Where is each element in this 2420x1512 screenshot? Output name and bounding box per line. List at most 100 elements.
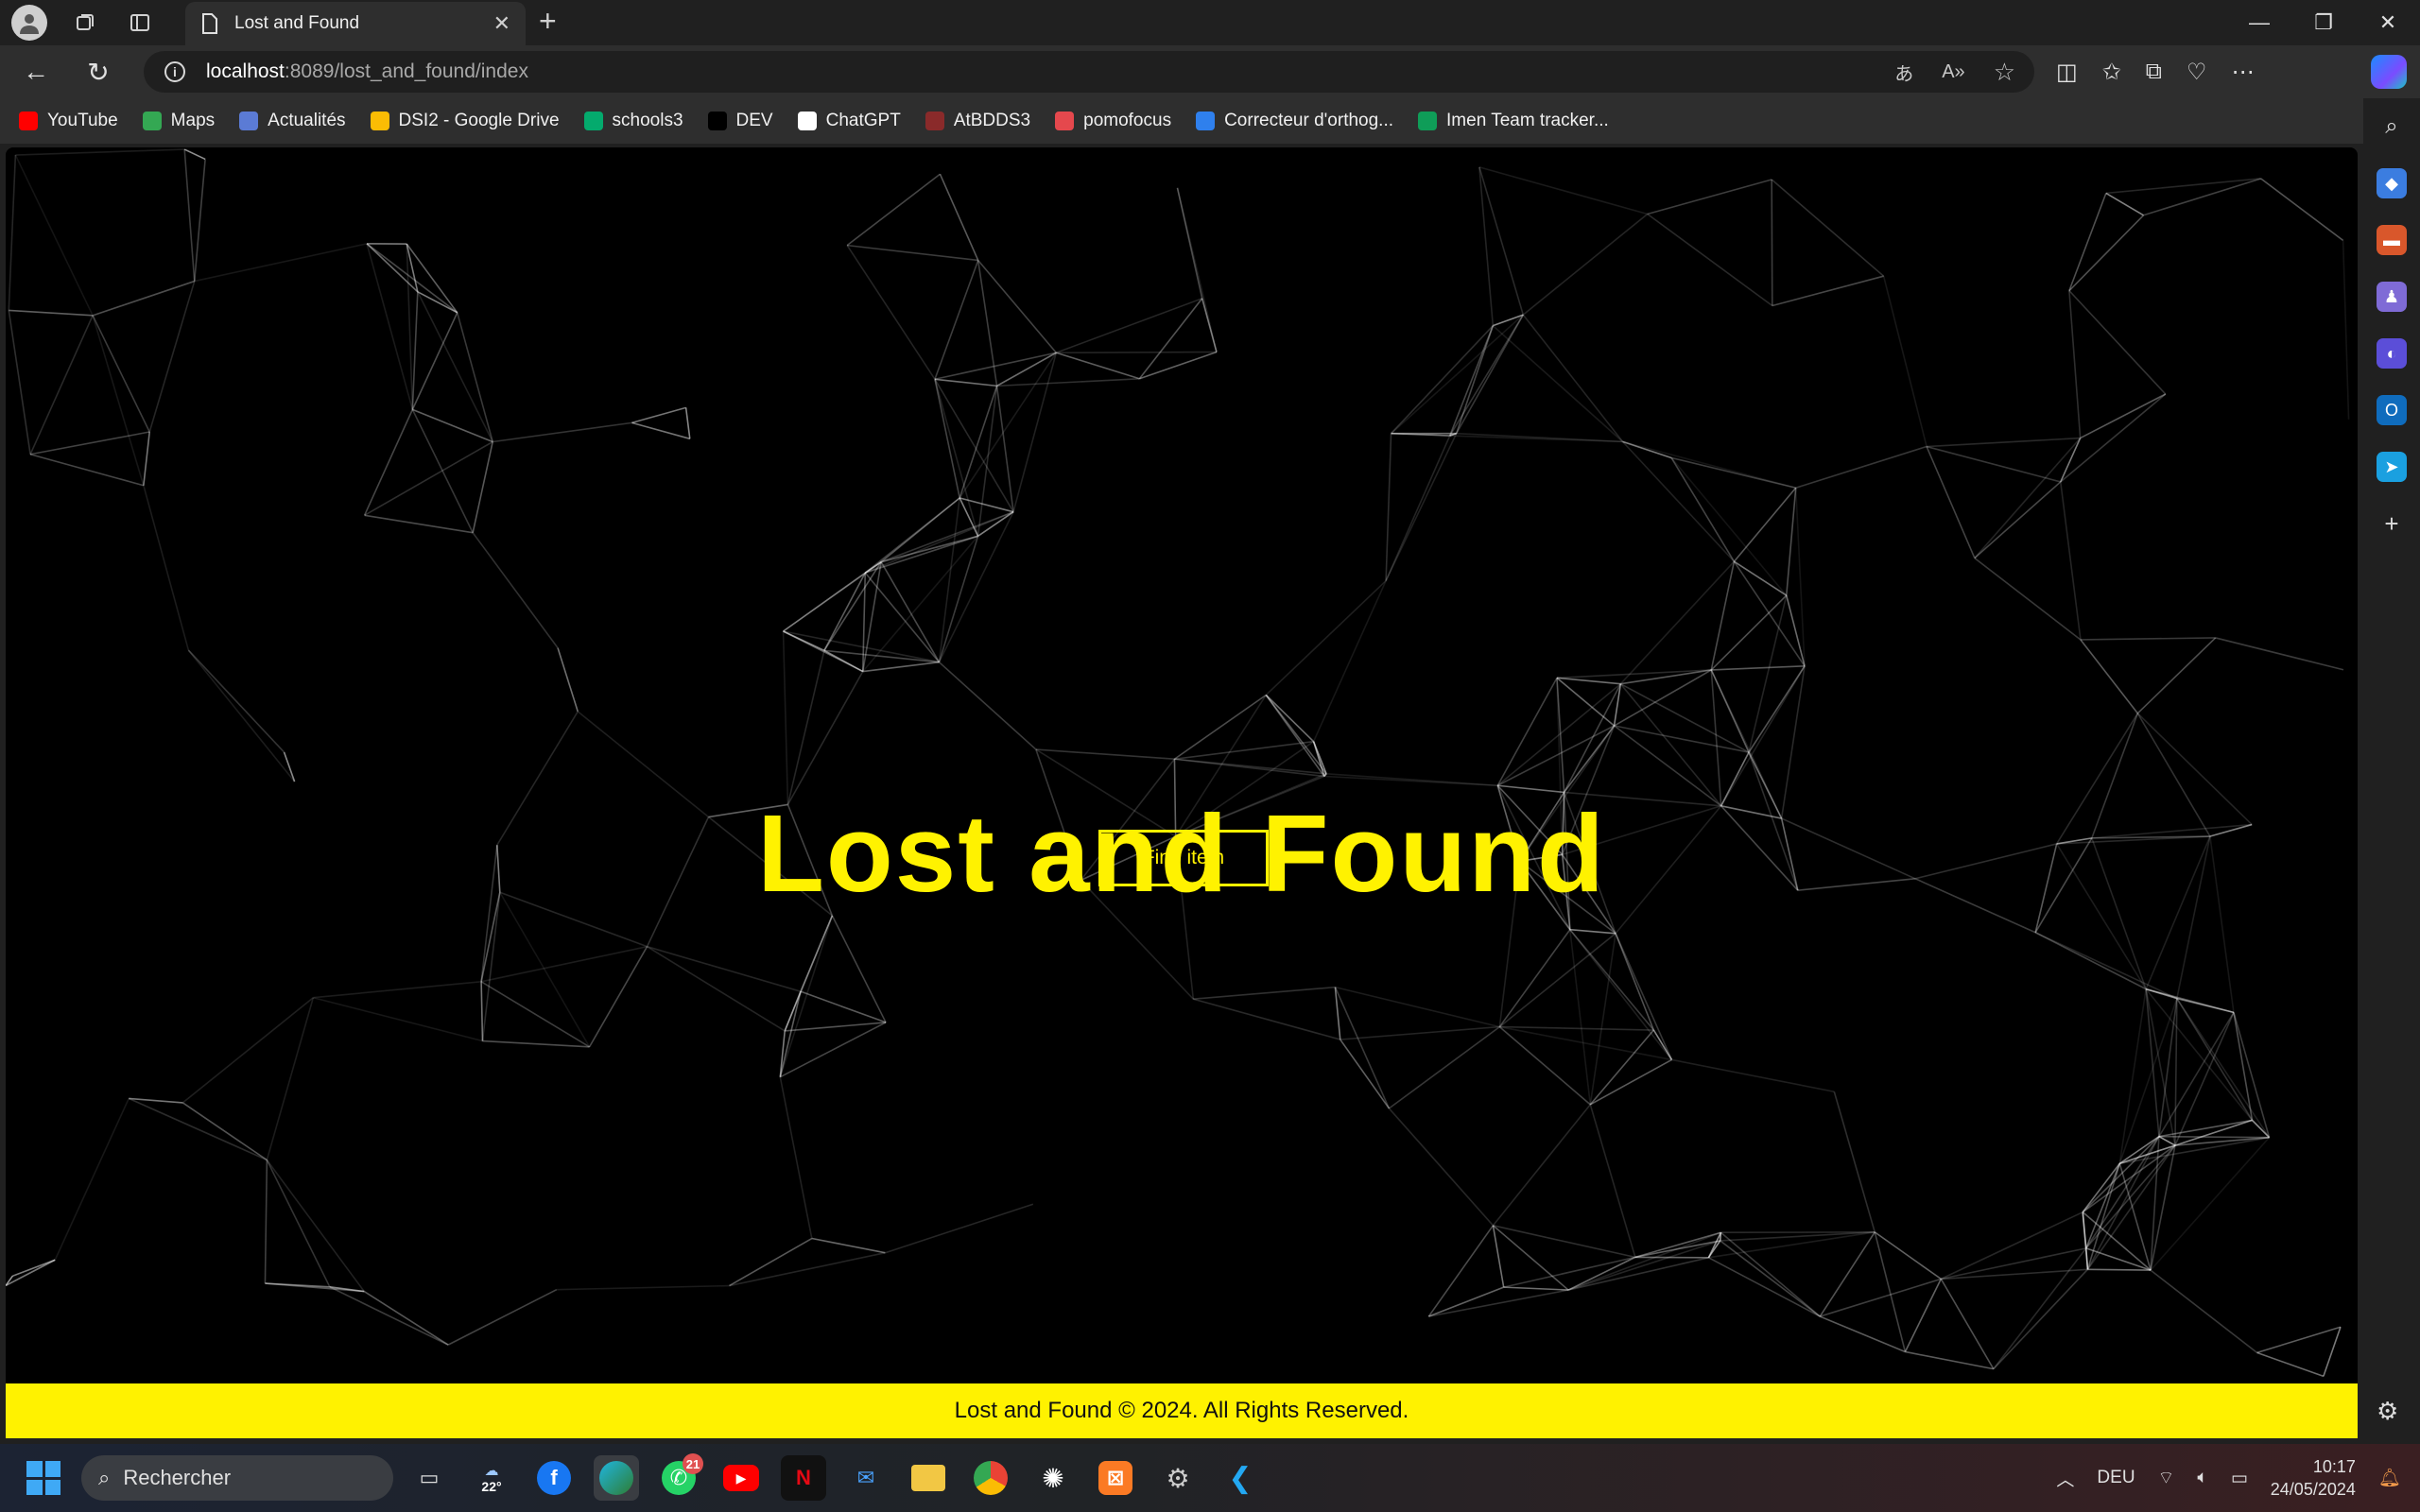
bookmark-item[interactable]: AtBDDS3 xyxy=(925,111,1030,131)
url-text[interactable]: localhost:8089/lost_and_found/index xyxy=(206,60,528,83)
bookmark-label: DEV xyxy=(735,111,773,130)
translate-icon[interactable]: あ xyxy=(1894,59,1913,86)
collections-icon[interactable]: ⧉ xyxy=(2146,59,2162,85)
bookmarks-bar: YouTube Maps Actualités DSI2 - Google Drive… xyxy=(0,98,2363,144)
profile-avatar-icon[interactable] xyxy=(11,5,47,41)
address-bar[interactable]: i localhost:8089/lost_and_found/index あ … xyxy=(144,51,2034,93)
bookmark-item[interactable]: Imen Team tracker... xyxy=(1418,111,1609,131)
browser-titlebar: Lost and Found ✕ + — ❐ ✕ xyxy=(0,0,2420,45)
sidebar-settings-icon[interactable]: ⚙ xyxy=(2377,1397,2398,1426)
dev-icon xyxy=(707,112,727,130)
microsoft365-icon[interactable]: ◐ xyxy=(2377,338,2407,369)
tab-title: Lost and Found xyxy=(234,13,360,33)
read-aloud-icon[interactable]: A» xyxy=(1942,61,1964,83)
clock[interactable]: 10:17 24/05/2024 xyxy=(2271,1455,2356,1501)
copilot-icon[interactable] xyxy=(2371,55,2407,89)
vertical-tabs-icon[interactable] xyxy=(121,4,159,42)
tools-briefcase-icon[interactable]: ▬ xyxy=(2377,225,2407,255)
task-view-icon[interactable]: ▭ xyxy=(406,1455,452,1501)
edge-icon[interactable] xyxy=(594,1455,639,1501)
xampp-icon[interactable]: ⊠ xyxy=(1093,1455,1138,1501)
bookmark-label: YouTube xyxy=(47,111,118,130)
navigation-bar: ← ↻ i localhost:8089/lost_and_found/inde… xyxy=(0,45,2420,98)
bookmark-item[interactable]: Maps xyxy=(142,111,216,131)
bookmark-item[interactable]: ChatGPT xyxy=(797,111,901,131)
bookmark-item[interactable]: YouTube xyxy=(19,111,118,131)
bookmark-label: pomofocus xyxy=(1083,111,1172,130)
youtube-icon[interactable]: ▶ xyxy=(718,1455,764,1501)
weather-widget-icon[interactable]: ☁ 22° xyxy=(469,1455,514,1501)
chatgpt-app-icon[interactable]: ✺ xyxy=(1030,1455,1076,1501)
language-indicator[interactable]: DEU xyxy=(2097,1468,2135,1488)
drive-icon xyxy=(370,112,389,130)
bookmark-item[interactable]: Correcteur d'orthog... xyxy=(1196,111,1393,131)
bookmark-item[interactable]: pomofocus xyxy=(1055,111,1171,131)
split-screen-icon[interactable]: ◫ xyxy=(2056,59,2078,86)
taskbar-search-input[interactable]: ⌕ Rechercher xyxy=(81,1455,393,1501)
add-sidebar-app-icon[interactable]: + xyxy=(2377,508,2407,539)
page-footer: Lost and Found © 2024. All Rights Reserv… xyxy=(6,1383,2358,1438)
bookmark-label: AtBDDS3 xyxy=(953,111,1031,130)
windows-start-icon[interactable] xyxy=(26,1461,60,1495)
whatsapp-icon[interactable]: ✆ 21 xyxy=(656,1453,703,1501)
restore-icon[interactable]: ❐ xyxy=(2291,0,2356,45)
find-item-button[interactable]: Find item xyxy=(1098,830,1269,886)
whatsapp-badge: 21 xyxy=(683,1453,703,1474)
tab-close-icon[interactable]: ✕ xyxy=(493,11,510,36)
weather-temperature: 22° xyxy=(481,1479,502,1494)
bookmark-item[interactable]: schools3 xyxy=(583,111,683,131)
more-options-icon[interactable]: ⋯ xyxy=(2231,59,2254,86)
new-tab-icon[interactable]: + xyxy=(539,4,557,39)
bookmark-label: Correcteur d'orthog... xyxy=(1224,111,1394,130)
workspaces-icon[interactable] xyxy=(66,4,104,42)
atbdds-icon xyxy=(925,112,944,130)
search-icon[interactable]: ⌕ xyxy=(2377,112,2407,142)
bookmark-label: Actualités xyxy=(268,111,346,130)
clock-date: 24/05/2024 xyxy=(2270,1480,2356,1499)
notifications-bell-icon[interactable]: 🔔︎ xyxy=(2378,1467,2401,1489)
outlook-icon[interactable]: O xyxy=(2377,395,2407,425)
show-hidden-icons-icon[interactable]: ︿ xyxy=(2056,1466,2074,1491)
refresh-icon[interactable]: ↻ xyxy=(72,49,125,94)
bookmark-label: Imen Team tracker... xyxy=(1446,111,1609,130)
bookmark-label: DSI2 - Google Drive xyxy=(398,111,560,130)
footer-copyright: Lost and Found © 2024. All Rights Reserv… xyxy=(954,1398,1409,1423)
vscode-icon[interactable]: ❮ xyxy=(1218,1455,1263,1501)
favorite-star-icon[interactable]: ☆ xyxy=(1994,58,2015,87)
search-placeholder: Rechercher xyxy=(123,1466,232,1489)
bookmark-item[interactable]: Actualités xyxy=(239,111,346,131)
mail-icon[interactable]: ✉ xyxy=(843,1455,889,1501)
search-icon: ⌕ xyxy=(98,1466,111,1489)
close-window-icon[interactable]: ✕ xyxy=(2356,0,2420,45)
w3schools-icon xyxy=(583,112,603,130)
minimize-icon[interactable]: — xyxy=(2227,0,2291,45)
page-viewport: Lost and Found Find item Lost and Found … xyxy=(6,147,2358,1438)
back-icon[interactable]: ← xyxy=(9,49,62,94)
active-tab[interactable]: Lost and Found ✕ xyxy=(185,2,526,45)
facebook-icon[interactable]: f xyxy=(531,1455,577,1501)
file-explorer-icon[interactable] xyxy=(906,1455,951,1501)
maps-icon xyxy=(142,112,162,130)
bookmark-item[interactable]: DEV xyxy=(707,111,773,131)
volume-icon[interactable]: 🔈︎ xyxy=(2197,1468,2207,1488)
edge-sidebar: ⌕ ◆ ▬ ♟ ◐ O ➤ + xyxy=(2363,98,2420,1444)
bookmark-item[interactable]: DSI2 - Google Drive xyxy=(370,111,560,131)
settings-app-icon[interactable]: ⚙ xyxy=(1155,1455,1201,1501)
wifi-icon[interactable]: ⌔ xyxy=(2158,1467,2175,1489)
pomofocus-icon xyxy=(1055,112,1075,130)
site-info-icon[interactable]: i xyxy=(164,61,185,82)
chatgpt-icon xyxy=(797,112,817,130)
netflix-icon[interactable]: N xyxy=(781,1455,826,1501)
sheets-icon xyxy=(1418,112,1438,130)
games-icon[interactable]: ♟ xyxy=(2377,282,2407,312)
bookmark-label: ChatGPT xyxy=(825,111,901,130)
battery-icon[interactable]: ▭ xyxy=(2231,1468,2248,1489)
browser-essentials-icon[interactable]: ♡ xyxy=(2187,59,2207,86)
news-icon xyxy=(239,112,259,130)
favorites-icon[interactable]: ✩ xyxy=(2102,59,2121,86)
correcteur-icon xyxy=(1196,112,1216,130)
bookmark-label: Maps xyxy=(170,111,216,130)
chrome-icon[interactable] xyxy=(968,1455,1013,1501)
shopping-tag-icon[interactable]: ◆ xyxy=(2377,168,2407,198)
drop-send-icon[interactable]: ➤ xyxy=(2377,452,2407,482)
